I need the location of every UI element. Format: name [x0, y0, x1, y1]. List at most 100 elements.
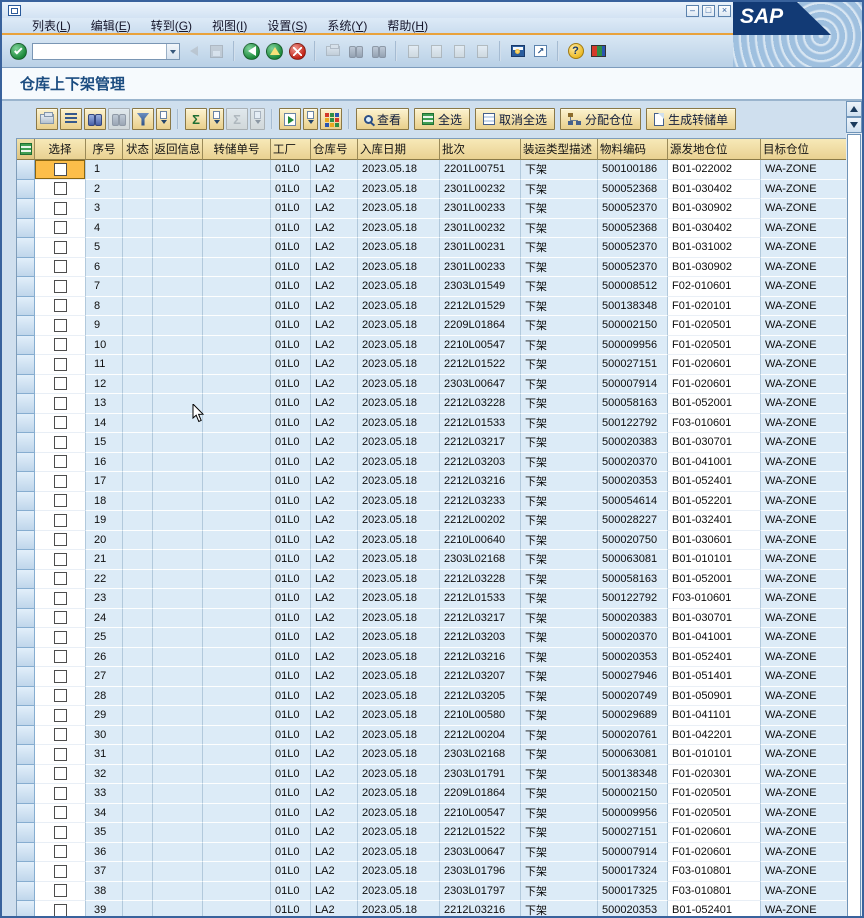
row-selector[interactable] — [17, 394, 35, 414]
row-checkbox[interactable] — [54, 553, 67, 566]
row-selector[interactable] — [17, 726, 35, 746]
row-selector[interactable] — [17, 589, 35, 609]
row-checkbox-cell[interactable] — [35, 550, 86, 570]
create-transfer-order-button[interactable]: 生成转储单 — [646, 108, 736, 130]
exit-icon[interactable] — [265, 42, 284, 61]
column-header[interactable]: 批次 — [440, 139, 521, 160]
assign-bin-button[interactable]: 分配仓位 — [560, 108, 641, 130]
row-checkbox-cell[interactable] — [35, 745, 86, 765]
row-selector[interactable] — [17, 355, 35, 375]
row-checkbox[interactable] — [54, 884, 67, 897]
menu-item[interactable]: 转到(G) — [141, 17, 202, 34]
row-checkbox[interactable] — [54, 845, 67, 858]
row-selector[interactable] — [17, 472, 35, 492]
export-icon[interactable] — [279, 108, 301, 130]
row-selector[interactable] — [17, 199, 35, 219]
row-checkbox-cell[interactable] — [35, 355, 86, 375]
cancel-icon[interactable] — [288, 42, 307, 61]
row-checkbox-cell[interactable] — [35, 648, 86, 668]
customize-layout-icon[interactable] — [589, 42, 608, 61]
row-selector[interactable] — [17, 453, 35, 473]
column-header[interactable]: 选择 — [35, 139, 86, 160]
row-selector[interactable] — [17, 238, 35, 258]
find-list-icon[interactable] — [84, 108, 106, 130]
row-selector[interactable] — [17, 336, 35, 356]
row-checkbox-cell[interactable] — [35, 901, 86, 918]
row-checkbox[interactable] — [54, 436, 67, 449]
row-selector[interactable] — [17, 511, 35, 531]
row-selector[interactable] — [17, 882, 35, 902]
row-checkbox[interactable] — [54, 670, 67, 683]
row-checkbox-cell[interactable] — [35, 609, 86, 629]
deselect-all-button[interactable]: 取消全选 — [475, 108, 555, 130]
row-checkbox-cell[interactable] — [35, 784, 86, 804]
row-checkbox-cell[interactable] — [35, 843, 86, 863]
row-checkbox[interactable] — [54, 611, 67, 624]
sum-dropdown-icon[interactable] — [209, 108, 224, 130]
row-selector[interactable] — [17, 804, 35, 824]
menu-item[interactable]: 视图(I) — [202, 17, 257, 34]
create-shortcut-icon[interactable]: ↗ — [531, 42, 550, 61]
column-header[interactable]: 目标仓位 — [761, 139, 848, 160]
find-next-icon[interactable] — [369, 42, 388, 61]
row-checkbox-cell[interactable] — [35, 667, 86, 687]
view-button[interactable]: 查看 — [356, 108, 409, 130]
row-selector[interactable] — [17, 297, 35, 317]
scrollbar-track[interactable] — [846, 133, 862, 918]
row-checkbox-cell[interactable] — [35, 433, 86, 453]
row-selector[interactable] — [17, 180, 35, 200]
row-checkbox[interactable] — [54, 338, 67, 351]
row-selector[interactable] — [17, 570, 35, 590]
row-checkbox[interactable] — [54, 650, 67, 663]
column-header[interactable]: 返回信息 — [153, 139, 203, 160]
row-selector[interactable] — [17, 765, 35, 785]
row-checkbox[interactable] — [54, 572, 67, 585]
row-checkbox[interactable] — [54, 826, 67, 839]
row-checkbox-cell[interactable] — [35, 238, 86, 258]
row-checkbox[interactable] — [54, 728, 67, 741]
enter-button[interactable] — [9, 42, 28, 61]
row-checkbox-cell[interactable] — [35, 570, 86, 590]
row-selector[interactable] — [17, 745, 35, 765]
row-selector[interactable] — [17, 492, 35, 512]
row-selector[interactable] — [17, 843, 35, 863]
last-page-icon[interactable] — [473, 42, 492, 61]
new-session-icon[interactable] — [508, 42, 527, 61]
export-dropdown-icon[interactable] — [303, 108, 318, 130]
row-checkbox-cell[interactable] — [35, 375, 86, 395]
row-checkbox[interactable] — [54, 299, 67, 312]
row-selector[interactable] — [17, 375, 35, 395]
next-page-icon[interactable] — [450, 42, 469, 61]
maximize-button[interactable]: □ — [702, 5, 715, 17]
row-checkbox-cell[interactable] — [35, 219, 86, 239]
row-checkbox[interactable] — [54, 533, 67, 546]
row-checkbox-cell[interactable] — [35, 492, 86, 512]
row-checkbox-cell[interactable] — [35, 511, 86, 531]
row-checkbox-cell[interactable] — [35, 258, 86, 278]
previous-page-icon[interactable] — [427, 42, 446, 61]
row-selector[interactable] — [17, 862, 35, 882]
column-header[interactable]: 工厂 — [271, 139, 311, 160]
row-checkbox[interactable] — [54, 767, 67, 780]
column-header[interactable]: 序号 — [86, 139, 123, 160]
row-checkbox-cell[interactable] — [35, 589, 86, 609]
row-checkbox-cell[interactable] — [35, 687, 86, 707]
column-header[interactable]: 入库日期 — [358, 139, 440, 160]
row-checkbox[interactable] — [54, 631, 67, 644]
row-selector[interactable] — [17, 160, 35, 180]
row-checkbox-cell[interactable] — [35, 160, 86, 180]
row-checkbox-cell[interactable] — [35, 180, 86, 200]
menu-item[interactable]: 系统(Y) — [317, 17, 377, 34]
column-header[interactable]: 转储单号 — [203, 139, 271, 160]
find-icon[interactable] — [346, 42, 365, 61]
column-header[interactable]: 装运类型描述 — [521, 139, 598, 160]
close-button[interactable]: × — [718, 5, 731, 17]
row-selector[interactable] — [17, 316, 35, 336]
column-header[interactable]: 源发地仓位 — [668, 139, 761, 160]
scroll-up-button[interactable] — [846, 101, 862, 117]
find-next-list-icon[interactable] — [108, 108, 130, 130]
row-checkbox-cell[interactable] — [35, 394, 86, 414]
row-checkbox-cell[interactable] — [35, 706, 86, 726]
row-selector[interactable] — [17, 706, 35, 726]
row-checkbox-cell[interactable] — [35, 531, 86, 551]
